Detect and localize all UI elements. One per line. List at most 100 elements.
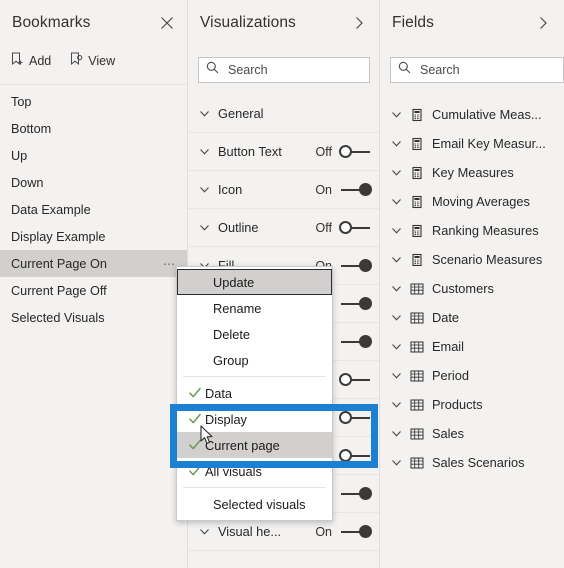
- toggle-switch[interactable]: [339, 487, 372, 500]
- toggle-state-label: On: [315, 182, 332, 197]
- toggle-switch[interactable]: [339, 335, 372, 348]
- bookmarks-header: Bookmarks: [0, 0, 188, 45]
- view-bookmark-button[interactable]: View: [69, 52, 115, 70]
- chevron-down-icon[interactable]: [390, 311, 403, 324]
- bookmark-list-item[interactable]: Current Page On ⋯: [0, 250, 188, 277]
- check-icon: [185, 412, 205, 426]
- toggle-switch[interactable]: [339, 183, 372, 196]
- field-table-row[interactable]: Sales Scenarios: [380, 448, 564, 477]
- context-menu-item[interactable]: Group: [177, 347, 332, 373]
- close-icon[interactable]: [158, 14, 176, 32]
- chevron-down-icon[interactable]: [198, 221, 211, 234]
- bookmark-item-label: Selected Visuals: [11, 310, 105, 325]
- context-menu-item[interactable]: Rename: [177, 295, 332, 321]
- field-table-row[interactable]: Key Measures: [380, 158, 564, 187]
- bookmark-list-item[interactable]: Bottom: [0, 115, 188, 142]
- chevron-down-icon[interactable]: [390, 137, 403, 150]
- toggle-switch[interactable]: [339, 297, 372, 310]
- format-card-row[interactable]: Icon On: [188, 171, 380, 209]
- format-card-row[interactable]: General: [188, 95, 380, 133]
- context-menu-item[interactable]: Delete: [177, 321, 332, 347]
- field-table-row[interactable]: Email: [380, 332, 564, 361]
- field-table-row[interactable]: Email Key Measur...: [380, 129, 564, 158]
- fields-header: Fields: [380, 0, 564, 45]
- context-menu-item-label: Data: [205, 385, 233, 401]
- format-card-toggle[interactable]: On: [315, 525, 372, 539]
- context-menu-item[interactable]: All visuals: [177, 458, 332, 484]
- field-table-row[interactable]: Ranking Measures: [380, 216, 564, 245]
- chevron-down-icon[interactable]: [390, 427, 403, 440]
- field-table-label: Customers: [432, 281, 494, 296]
- context-menu-item-label: Selected visuals: [213, 496, 306, 512]
- bookmark-list-item[interactable]: Display Example: [0, 223, 188, 250]
- context-menu-item[interactable]: Update: [177, 269, 332, 295]
- bookmark-more-options-icon[interactable]: ⋯: [163, 258, 176, 270]
- toggle-switch[interactable]: [339, 145, 372, 158]
- context-menu-item[interactable]: Current page: [177, 432, 332, 458]
- chevron-down-icon[interactable]: [390, 340, 403, 353]
- toggle-switch[interactable]: [339, 449, 372, 462]
- table-icon: [410, 282, 424, 296]
- chevron-down-icon[interactable]: [390, 108, 403, 121]
- chevron-down-icon[interactable]: [390, 369, 403, 382]
- context-menu-item[interactable]: Selected visuals: [177, 491, 332, 517]
- bookmark-item-label: Up: [11, 148, 28, 163]
- toggle-state-label: On: [315, 524, 332, 539]
- field-table-row[interactable]: Customers: [380, 274, 564, 303]
- chevron-down-icon[interactable]: [390, 224, 403, 237]
- field-table-row[interactable]: Sales: [380, 419, 564, 448]
- toggle-switch[interactable]: [339, 525, 372, 538]
- fields-search-box[interactable]: [390, 57, 564, 83]
- format-card-row[interactable]: Button Text Off: [188, 133, 380, 171]
- chevron-down-icon[interactable]: [198, 183, 211, 196]
- bookmark-item-label: Current Page On: [11, 256, 107, 271]
- bookmarks-title: Bookmarks: [12, 13, 91, 31]
- chevron-down-icon[interactable]: [390, 282, 403, 295]
- bookmark-list-item[interactable]: Current Page Off: [0, 277, 188, 304]
- bookmark-context-menu: Update Rename Delete Group Data Display Curren…: [176, 266, 333, 521]
- visualizations-search-input[interactable]: [226, 62, 362, 78]
- chevron-down-icon[interactable]: [390, 456, 403, 469]
- chevron-right-icon[interactable]: [350, 14, 368, 32]
- bookmark-item-label: Current Page Off: [11, 283, 107, 298]
- format-card-toggle[interactable]: Off: [316, 221, 372, 235]
- field-table-row[interactable]: Scenario Measures: [380, 245, 564, 274]
- bookmark-list-item[interactable]: Down: [0, 169, 188, 196]
- fields-tree: Cumulative Meas... Email Key Measur... Key…: [380, 100, 564, 477]
- chevron-down-icon[interactable]: [198, 525, 211, 538]
- format-card-row[interactable]: Outline Off: [188, 209, 380, 247]
- toggle-switch[interactable]: [339, 411, 372, 424]
- field-table-label: Email: [432, 339, 464, 354]
- chevron-down-icon[interactable]: [390, 195, 403, 208]
- field-table-row[interactable]: Moving Averages: [380, 187, 564, 216]
- chevron-down-icon[interactable]: [390, 253, 403, 266]
- context-menu-item-label: Current page: [205, 437, 280, 453]
- bookmarks-toolbar: Add View: [10, 52, 115, 70]
- field-table-label: Ranking Measures: [432, 223, 539, 238]
- field-table-row[interactable]: Period: [380, 361, 564, 390]
- format-card-toggle[interactable]: On: [315, 183, 372, 197]
- context-menu-item[interactable]: Data: [177, 380, 332, 406]
- chevron-right-icon[interactable]: [534, 14, 552, 32]
- field-table-row[interactable]: Date: [380, 303, 564, 332]
- bookmark-list-item[interactable]: Up: [0, 142, 188, 169]
- bookmark-list-item[interactable]: Selected Visuals: [0, 304, 188, 331]
- chevron-down-icon[interactable]: [390, 166, 403, 179]
- field-table-label: Cumulative Meas...: [432, 107, 542, 122]
- format-card-toggle[interactable]: Off: [316, 145, 372, 159]
- chevron-down-icon[interactable]: [198, 107, 211, 120]
- field-table-row[interactable]: Products: [380, 390, 564, 419]
- toggle-switch[interactable]: [339, 373, 372, 386]
- toggle-switch[interactable]: [339, 259, 372, 272]
- chevron-down-icon[interactable]: [198, 145, 211, 158]
- field-table-row[interactable]: Cumulative Meas...: [380, 100, 564, 129]
- bookmark-list-item[interactable]: Data Example: [0, 196, 188, 223]
- add-bookmark-button[interactable]: Add: [10, 52, 51, 70]
- toggle-switch[interactable]: [339, 221, 372, 234]
- context-menu-item[interactable]: Display: [177, 406, 332, 432]
- bookmark-list-item[interactable]: Top: [0, 88, 188, 115]
- chevron-down-icon[interactable]: [390, 398, 403, 411]
- visualizations-search-box[interactable]: [198, 57, 370, 83]
- fields-search-input[interactable]: [418, 62, 556, 78]
- measure-table-icon: [410, 137, 424, 151]
